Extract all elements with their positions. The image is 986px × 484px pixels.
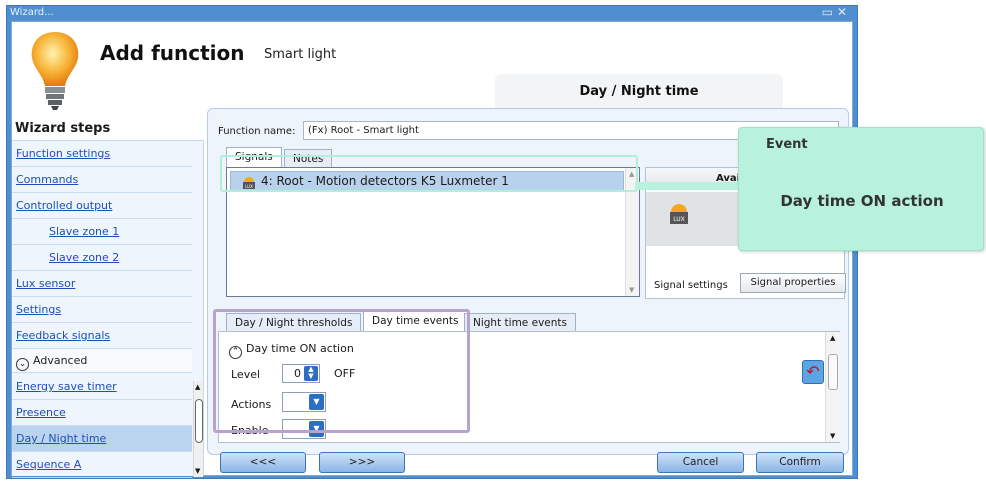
sidebar-item-feedback-signals[interactable]: Feedback signals [12,323,192,349]
close-icon[interactable]: ✕ [837,5,851,19]
cancel-button[interactable]: Cancel [657,452,744,473]
page-subtitle: Smart light [264,47,337,62]
sidebar-item-commands[interactable]: Commands [12,167,192,193]
sidebar-scroll-thumb[interactable] [195,399,203,443]
events-scroll-thumb[interactable] [828,354,838,390]
event-callout: Event Day time ON action [738,127,984,251]
callout-body: Day time ON action [780,192,944,210]
next-button[interactable]: >>> [319,452,405,473]
chevron-down-icon: ⌄ [16,358,29,371]
sidebar-item-function-settings[interactable]: Function settings [12,141,192,167]
signal-settings-tab[interactable]: Signal settings [654,280,728,291]
undo-button[interactable]: ↶ [802,360,824,384]
confirm-button[interactable]: Confirm [756,452,844,473]
wizard-steps-title: Wizard steps [15,121,111,136]
sidebar-item-slave-zone-1[interactable]: Slave zone 1 [12,219,192,245]
events-highlight-frame [213,309,470,433]
scroll-up-icon[interactable]: ▲ [195,383,200,391]
undo-icon: ↶ [806,362,820,381]
restore-icon[interactable]: ▭ [822,5,837,19]
sidebar-scrollbar[interactable]: ▲ ▼ [193,381,203,477]
wizard-steps-sidebar: Function settings Commands Controlled ou… [12,140,204,478]
window-titlebar: Wizard... [7,6,857,20]
sidebar-item-controlled-output[interactable]: Controlled output [12,193,192,219]
callout-title: Event [766,137,808,152]
scroll-down-icon[interactable]: ▼ [629,286,634,294]
sidebar-advanced-toggle[interactable]: ⌄ Advanced [12,349,192,373]
light-bulb-icon [31,32,79,110]
sidebar-item-lux-sensor[interactable]: Lux sensor [12,271,192,297]
signal-highlight-frame [220,155,638,192]
current-step-tab: Day / Night time [495,74,783,110]
window-controls: ▭✕ [822,5,851,19]
scroll-down-icon[interactable]: ▼ [830,432,835,440]
tab-night-time-events[interactable]: Night time events [464,313,576,331]
scroll-up-icon[interactable]: ▲ [830,334,835,342]
advanced-label: Advanced [33,354,88,367]
previous-button[interactable]: <<< [220,452,306,473]
sidebar-item-settings[interactable]: Settings [12,297,192,323]
signal-properties-button[interactable]: Signal properties [740,273,846,293]
page-title: Add function [100,41,245,65]
lux-sensor-icon[interactable]: LUX [668,200,690,226]
sidebar-item-sequence-a[interactable]: Sequence A [12,452,192,478]
window-title: Wizard... [10,7,54,18]
callout-connector [635,182,743,190]
svg-text:LUX: LUX [673,216,685,223]
scroll-down-icon[interactable]: ▼ [195,467,200,475]
events-scrollbar[interactable]: ▲ ▼ [825,332,840,442]
sidebar-item-energy-save-timer[interactable]: Energy save timer [12,374,192,400]
function-name-label: Function name: [218,126,296,137]
sidebar-item-presence[interactable]: Presence [12,400,192,426]
sidebar-item-slave-zone-2[interactable]: Slave zone 2 [12,245,192,271]
sidebar-item-day-night-time[interactable]: Day / Night time [12,426,192,452]
